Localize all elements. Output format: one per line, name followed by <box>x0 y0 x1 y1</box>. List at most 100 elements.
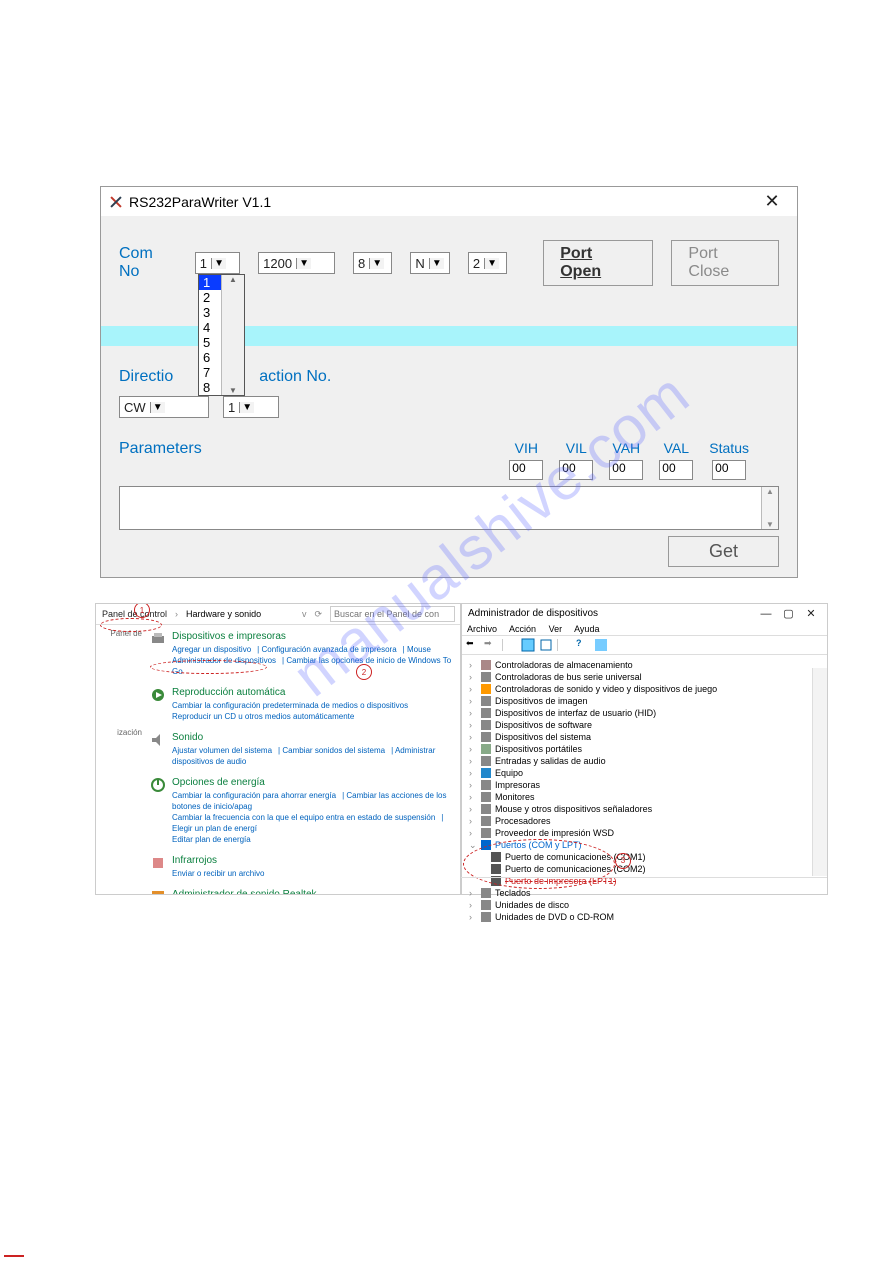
val-value: 00 <box>659 460 693 480</box>
com-no-label: Com No <box>119 245 177 281</box>
minimize-button[interactable]: — <box>756 608 776 620</box>
menu-ver[interactable]: Ver <box>549 624 563 634</box>
device-icon <box>481 816 491 826</box>
tree-item[interactable]: Controladoras de almacenamiento <box>495 659 633 671</box>
menu-archivo[interactable]: Archivo <box>467 624 497 634</box>
device-icon <box>481 756 491 766</box>
parameters-textarea[interactable]: ▲ ▼ <box>119 486 779 530</box>
baud-select[interactable]: 1200 ▼ <box>258 252 335 274</box>
tree-item[interactable]: Dispositivos portátiles <box>495 743 582 755</box>
tree-item[interactable]: Dispositivos del sistema <box>495 731 591 743</box>
cp-link[interactable]: Configuración avanzada de impresora <box>261 645 396 654</box>
scroll-up-icon[interactable]: ▲ <box>229 275 237 284</box>
toolbar-help-icon[interactable]: ? <box>576 638 590 652</box>
separator <box>557 639 572 651</box>
annotation-oval-1 <box>100 618 162 632</box>
breadcrumb-current: Hardware y sonido <box>186 609 261 619</box>
app-icon <box>109 195 123 209</box>
sound-link[interactable]: Sonido <box>172 732 457 743</box>
databits-select[interactable]: 8 ▼ <box>353 252 392 274</box>
tree-item[interactable]: Impresoras <box>495 779 540 791</box>
tree-item[interactable]: Unidades de disco <box>495 899 569 911</box>
action-no-label: action No. <box>259 368 331 386</box>
close-button[interactable]: ✕ <box>755 191 789 212</box>
annotation-oval-2 <box>150 660 267 674</box>
action-no-select[interactable]: 1 ▼ <box>223 396 279 418</box>
scroll-down-icon[interactable]: ▼ <box>766 520 774 529</box>
nav-back-icon[interactable]: ⬅ <box>466 638 480 652</box>
cp-link[interactable]: Cambiar la frecuencia con la que el equi… <box>172 813 435 822</box>
parity-value: N <box>411 256 428 271</box>
tree-item[interactable]: Controladoras de bus serie universal <box>495 671 642 683</box>
cp-link[interactable]: Elegir un plan de energí <box>172 824 257 833</box>
cp-link[interactable]: Cambiar sonidos del sistema <box>282 746 385 755</box>
tree-item[interactable]: Unidades de DVD o CD-ROM <box>495 911 614 923</box>
cp-link[interactable]: Mouse <box>407 645 431 654</box>
realtek-link[interactable]: Administrador de sonido Realtek <box>172 889 317 895</box>
get-button[interactable]: Get <box>668 536 779 567</box>
device-icon <box>481 684 491 694</box>
devices-printers-link[interactable]: Dispositivos e impresoras <box>172 631 457 642</box>
tree-item[interactable]: Entradas y salidas de audio <box>495 755 606 767</box>
close-button[interactable]: ✕ <box>801 607 821 620</box>
autoplay-icon <box>150 687 166 703</box>
dropdown-arrow-icon: ▼ <box>150 402 165 413</box>
scroll-down-icon[interactable]: ▼ <box>229 386 237 395</box>
port-close-button[interactable]: Port Close <box>671 240 779 286</box>
scroll-up-icon[interactable]: ▲ <box>766 487 774 496</box>
cp-link[interactable]: Agregar un dispositivo <box>172 645 251 654</box>
cp-link[interactable]: Cambiar la configuración predeterminada … <box>172 701 408 710</box>
toolbar-icon[interactable] <box>521 638 535 652</box>
databits-value: 8 <box>354 256 369 271</box>
toolbar-refresh-icon[interactable] <box>594 638 608 652</box>
control-panel-window: Panel de control › Hardware y sonido v ⟳… <box>95 603 462 895</box>
cp-link[interactable]: Editar plan de energía <box>172 835 251 844</box>
menu-accion[interactable]: Acción <box>509 624 536 634</box>
cp-link[interactable]: Cambiar la configuración para ahorrar en… <box>172 791 336 800</box>
autoplay-link[interactable]: Reproducción automática <box>172 687 414 698</box>
parameters-label: Parameters <box>119 440 202 458</box>
cp-link[interactable]: Enviar o recibir un archivo <box>172 869 264 878</box>
cp-link[interactable]: Ajustar volumen del sistema <box>172 746 272 755</box>
port-open-button[interactable]: Port Open <box>543 240 653 286</box>
toolbar-icon[interactable] <box>539 638 553 652</box>
separator <box>502 639 517 651</box>
vil-value: 00 <box>559 460 593 480</box>
tree-item[interactable]: Monitores <box>495 791 535 803</box>
direction-value: CW <box>120 400 150 415</box>
device-icon <box>481 792 491 802</box>
status-label: Status <box>709 440 749 456</box>
com-no-value: 1 <box>196 256 211 271</box>
vih-label: VIH <box>515 440 538 456</box>
infrared-link[interactable]: Infrarrojos <box>172 855 270 866</box>
power-options-link[interactable]: Opciones de energía <box>172 777 457 788</box>
tree-item[interactable]: Dispositivos de imagen <box>495 695 588 707</box>
dm-menu-bar: Archivo Acción Ver Ayuda <box>461 623 827 635</box>
tree-item[interactable]: Proveedor de impresión WSD <box>495 827 614 839</box>
maximize-button[interactable]: ▢ <box>778 607 798 620</box>
com-no-dropdown-list[interactable]: 1 2 3 4 5 6 7 8 ▲ ▼ <box>198 274 245 396</box>
tree-item[interactable]: Dispositivos de software <box>495 719 592 731</box>
tree-item[interactable]: Controladoras de sonido y video y dispos… <box>495 683 717 695</box>
tree-item[interactable]: Procesadores <box>495 815 551 827</box>
stopbits-value: 2 <box>469 256 484 271</box>
dm-window-title: Administrador de dispositivos <box>468 608 598 619</box>
search-input[interactable] <box>330 606 455 622</box>
dropdown-arrow-icon: ▼ <box>296 258 311 269</box>
device-icon <box>481 780 491 790</box>
vertical-scrollbar[interactable] <box>812 668 827 876</box>
stopbits-select[interactable]: 2 ▼ <box>468 252 507 274</box>
tree-item[interactable]: Equipo <box>495 767 523 779</box>
annotation-3: 3 <box>615 853 631 869</box>
parity-select[interactable]: N ▼ <box>410 252 449 274</box>
tree-item[interactable]: Dispositivos de interfaz de usuario (HID… <box>495 707 656 719</box>
vah-label: VAH <box>612 440 640 456</box>
tree-item[interactable]: Mouse y otros dispositivos señaladores <box>495 803 652 815</box>
direction-select[interactable]: CW ▼ <box>119 396 209 418</box>
menu-ayuda[interactable]: Ayuda <box>574 624 599 634</box>
com-no-select[interactable]: 1 ▼ <box>195 252 240 274</box>
cp-link[interactable]: Reproducir un CD u otros medios automáti… <box>172 712 354 721</box>
device-icon <box>481 672 491 682</box>
dropdown-arrow-icon: ▼ <box>484 258 499 269</box>
vah-value: 00 <box>609 460 643 480</box>
